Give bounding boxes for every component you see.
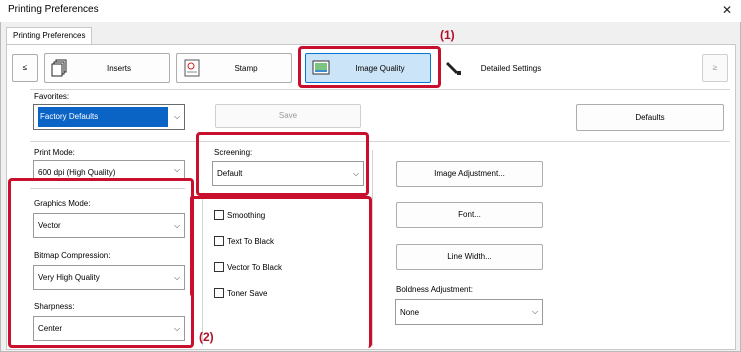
favorites-label: Favorites:	[34, 92, 70, 101]
chevron-down-icon: ⌵	[531, 307, 539, 316]
tab-printing-preferences[interactable]: Printing Preferences	[6, 27, 93, 45]
boldness-adjustment-value: None	[400, 307, 420, 317]
image-adjustment-button[interactable]: Image Adjustment...	[396, 161, 543, 187]
inserts-icon	[51, 59, 69, 77]
stamp-tab-button[interactable]: Stamp	[176, 53, 292, 83]
print-mode-value: 600 dpi (High Quality)	[38, 168, 116, 177]
chevron-down-icon: ⌵	[173, 164, 181, 174]
stamp-icon	[183, 59, 201, 77]
detailed-settings-icon	[445, 59, 463, 77]
detailed-settings-tab-button[interactable]: Detailed Settings	[438, 53, 560, 83]
checkbox-highlight-edge	[190, 196, 194, 296]
favorites-select[interactable]: Factory Defaults ⌵	[33, 104, 185, 130]
inserts-tab-button[interactable]: Inserts	[44, 53, 170, 83]
next-icon: ≥	[712, 63, 718, 72]
image-quality-highlight	[298, 46, 441, 88]
boldness-adjustment-label: Boldness Adjustment:	[396, 285, 473, 294]
defaults-button[interactable]: Defaults	[576, 104, 724, 131]
left-settings-highlight	[8, 178, 194, 348]
print-mode-select[interactable]: 600 dpi (High Quality) ⌵	[33, 160, 185, 178]
settings-divider	[30, 141, 730, 142]
save-button[interactable]: Save	[215, 104, 361, 128]
chevron-down-icon: ⌵	[173, 112, 181, 121]
next-tab-button[interactable]: ≥	[702, 54, 728, 82]
close-icon[interactable]: ✕	[718, 2, 736, 18]
previous-tab-button[interactable]: ≤	[12, 54, 38, 82]
previous-icon: ≤	[22, 63, 28, 72]
screening-highlight	[196, 132, 369, 196]
checkbox-highlight	[190, 196, 372, 348]
boldness-adjustment-select[interactable]: None ⌵	[395, 299, 543, 325]
title-bar	[0, 0, 741, 22]
favorites-divider	[30, 89, 730, 90]
print-mode-label: Print Mode:	[34, 148, 75, 157]
inserts-label: Inserts	[106, 63, 131, 73]
favorites-value: Factory Defaults	[38, 107, 168, 127]
window-title: Printing Preferences	[8, 4, 99, 15]
callout-2: (2)	[199, 330, 214, 344]
line-width-button[interactable]: Line Width...	[396, 244, 543, 270]
font-button[interactable]: Font...	[396, 202, 543, 228]
stamp-label: Stamp	[234, 63, 258, 73]
detailed-settings-label: Detailed Settings	[480, 63, 542, 73]
column-separator-right	[372, 150, 373, 346]
callout-1: (1)	[440, 28, 455, 42]
